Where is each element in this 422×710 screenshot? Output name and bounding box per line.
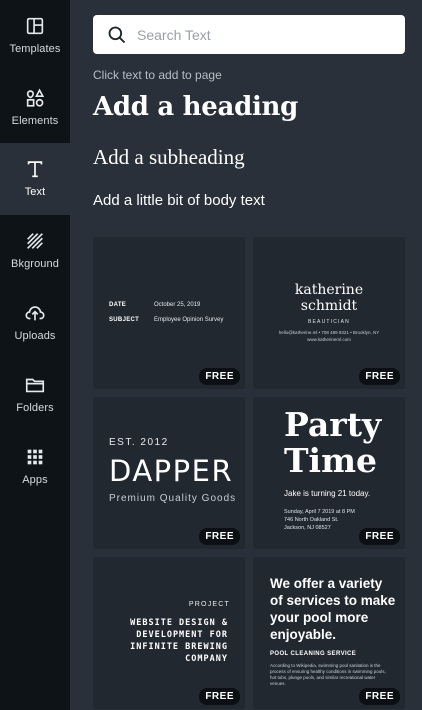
template-text: WEBSITE DESIGN & DEVELOPMENT FOR INFINIT… bbox=[130, 618, 228, 664]
sidebar-item-label: Elements bbox=[11, 115, 59, 127]
free-badge: FREE bbox=[199, 368, 240, 385]
free-badge: FREE bbox=[359, 368, 400, 385]
text-icon bbox=[27, 161, 43, 178]
free-badge: FREE bbox=[359, 688, 400, 705]
free-badge: FREE bbox=[199, 688, 240, 705]
free-badge: FREE bbox=[199, 528, 240, 545]
sidebar-item-text[interactable]: Text bbox=[0, 143, 70, 215]
template-text: October 25, 2019 bbox=[154, 302, 201, 308]
template-text: Sunday, April 7 2019 at 8 PM 746 North O… bbox=[284, 509, 355, 531]
free-badge: FREE bbox=[359, 528, 400, 545]
folder-icon bbox=[25, 378, 45, 393]
template-text: BEAUTICIAN bbox=[307, 319, 350, 325]
sidebar-item-label: Text bbox=[24, 186, 46, 198]
sidebar-item-elements[interactable]: Elements bbox=[0, 72, 70, 144]
add-text-hint: Click text to add to page bbox=[93, 68, 222, 82]
elements-icon bbox=[26, 88, 45, 107]
template-text: Premium Quality Goods bbox=[109, 493, 237, 504]
template-text: DATE bbox=[109, 302, 127, 308]
text-template-card-pool[interactable]: We offer a variety of services to make y… bbox=[253, 557, 405, 709]
sidebar-item-label: Folders bbox=[16, 402, 54, 414]
sidebar-item-templates[interactable]: Templates bbox=[0, 0, 70, 72]
text-template-card-project[interactable]: PROJECT WEBSITE DESIGN & DEVELOPMENT FOR… bbox=[93, 557, 245, 709]
sidebar-item-folders[interactable]: Folders bbox=[0, 359, 70, 431]
search-input[interactable] bbox=[137, 26, 387, 43]
sidebar-item-label: Apps bbox=[22, 474, 48, 486]
text-template-card-brand[interactable]: EST. 2012 DAPPER Premium Quality Goods F… bbox=[93, 397, 245, 549]
template-text: katherine schmidt bbox=[294, 282, 364, 314]
text-panel: Click text to add to page Add a heading … bbox=[70, 0, 422, 710]
background-icon bbox=[27, 233, 43, 249]
template-text: EST. 2012 bbox=[109, 437, 169, 448]
template-text: According to Wikipedia, swimming pool sa… bbox=[270, 663, 386, 686]
apps-icon bbox=[27, 449, 43, 465]
template-text: POOL CLEANING SERVICE bbox=[270, 651, 357, 657]
text-template-card-survey[interactable]: DATE October 25, 2019 SUBJECT Employee O… bbox=[93, 237, 245, 389]
sidebar-item-label: Templates bbox=[9, 43, 61, 55]
add-body-text-button[interactable]: Add a little bit of body text bbox=[93, 192, 265, 209]
add-subheading-button[interactable]: Add a subheading bbox=[93, 145, 245, 170]
search-bar[interactable] bbox=[93, 15, 405, 54]
sidebar-item-uploads[interactable]: Uploads bbox=[0, 287, 70, 359]
text-template-card-business[interactable]: katherine schmidt BEAUTICIAN hello@kathe… bbox=[253, 237, 405, 389]
sidebar-item-background[interactable]: Bkground bbox=[0, 215, 70, 287]
add-heading-button[interactable]: Add a heading bbox=[93, 92, 298, 122]
template-text: Employee Opinion Survey bbox=[154, 317, 224, 323]
search-icon bbox=[108, 26, 126, 43]
text-template-card-party[interactable]: Party Time Jake is turning 21 today. Sun… bbox=[253, 397, 405, 549]
sidebar-item-apps[interactable]: Apps bbox=[0, 431, 70, 503]
sidebar-item-label: Bkground bbox=[11, 258, 59, 270]
template-text: Party Time bbox=[284, 405, 382, 480]
templates-icon bbox=[26, 17, 44, 35]
upload-icon bbox=[25, 306, 45, 321]
sidebar: Templates Elements Text Bkground Uploads… bbox=[0, 0, 70, 710]
sidebar-item-label: Uploads bbox=[14, 330, 56, 342]
template-text: Jake is turning 21 today. bbox=[284, 489, 371, 498]
template-text: hello@katherine.ml • 708 489 9321 • Broo… bbox=[278, 330, 380, 342]
template-text: We offer a variety of services to make y… bbox=[270, 576, 396, 642]
template-text: DAPPER bbox=[109, 454, 234, 488]
template-text: SUBJECT bbox=[109, 317, 140, 323]
template-text: PROJECT bbox=[188, 601, 230, 608]
